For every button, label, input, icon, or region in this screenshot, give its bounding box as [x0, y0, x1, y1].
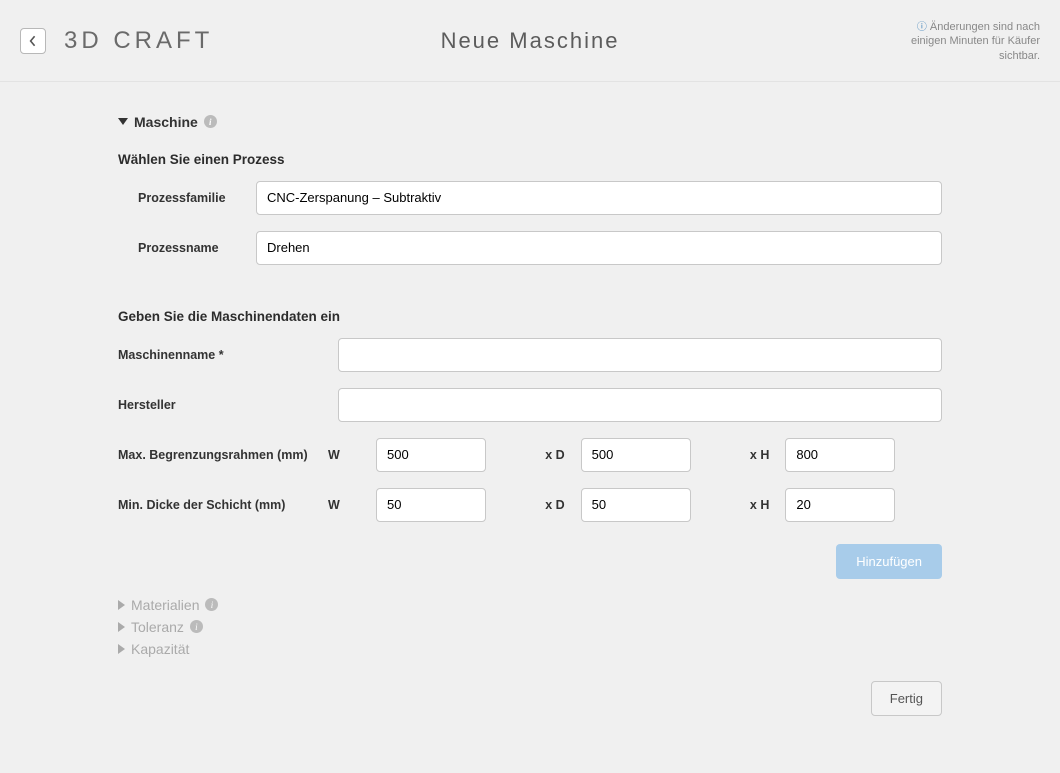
- section-capacity-header[interactable]: Kapazität: [118, 641, 942, 657]
- min-h-input[interactable]: [785, 488, 895, 522]
- max-d-input[interactable]: [581, 438, 691, 472]
- caret-down-icon: [118, 118, 128, 125]
- dim-label-w2: W: [328, 498, 376, 512]
- brand-logo: 3D CRAFT: [64, 27, 213, 55]
- add-button[interactable]: Hinzufügen: [836, 544, 942, 579]
- subheader-enter-data: Geben Sie die Maschinendaten ein: [118, 309, 942, 324]
- info-icon: ⓘ: [917, 22, 927, 33]
- label-process-name: Prozessname: [118, 241, 246, 255]
- header-notice: ⓘÄnderungen sind nach einigen Minuten fü…: [880, 20, 1040, 63]
- section-machine-label: Maschine: [134, 114, 198, 130]
- label-machine-name: Maschinenname *: [118, 348, 328, 362]
- section-materials-header[interactable]: Materialien i: [118, 597, 942, 613]
- caret-right-icon: [118, 622, 125, 632]
- subheader-choose-process: Wählen Sie einen Prozess: [118, 152, 942, 167]
- machine-name-input[interactable]: [338, 338, 942, 372]
- page-title: Neue Maschine: [441, 28, 620, 54]
- caret-right-icon: [118, 600, 125, 610]
- section-tolerance-header[interactable]: Toleranz i: [118, 619, 942, 635]
- dim-label-xh2: x H: [737, 498, 785, 512]
- caret-right-icon: [118, 644, 125, 654]
- dim-label-xh: x H: [737, 448, 785, 462]
- dim-label-w: W: [328, 448, 376, 462]
- section-machine-header[interactable]: Maschine i: [118, 114, 942, 130]
- section-materials-label: Materialien: [131, 597, 199, 613]
- process-family-input[interactable]: [256, 181, 942, 215]
- section-tolerance-label: Toleranz: [131, 619, 184, 635]
- chevron-left-icon: [29, 35, 37, 47]
- min-d-input[interactable]: [581, 488, 691, 522]
- content-area: Maschine i Wählen Sie einen Prozess Proz…: [0, 82, 1060, 756]
- info-icon[interactable]: i: [204, 115, 217, 128]
- label-min-layer: Min. Dicke der Schicht (mm): [118, 498, 328, 512]
- max-w-input[interactable]: [376, 438, 486, 472]
- label-process-family: Prozessfamilie: [118, 191, 246, 205]
- max-h-input[interactable]: [785, 438, 895, 472]
- process-name-input[interactable]: [256, 231, 942, 265]
- section-capacity-label: Kapazität: [131, 641, 189, 657]
- min-w-input[interactable]: [376, 488, 486, 522]
- label-manufacturer: Hersteller: [118, 398, 328, 412]
- info-icon[interactable]: i: [190, 620, 203, 633]
- finish-button[interactable]: Fertig: [871, 681, 942, 716]
- dim-label-xd: x D: [533, 448, 581, 462]
- dim-label-xd2: x D: [533, 498, 581, 512]
- manufacturer-input[interactable]: [338, 388, 942, 422]
- back-button[interactable]: [20, 28, 46, 54]
- info-icon[interactable]: i: [205, 598, 218, 611]
- notice-text: Änderungen sind nach einigen Minuten für…: [911, 21, 1040, 62]
- page-header: 3D CRAFT Neue Maschine ⓘÄnderungen sind …: [0, 0, 1060, 82]
- label-max-bounding: Max. Begrenzungsrahmen (mm): [118, 448, 328, 462]
